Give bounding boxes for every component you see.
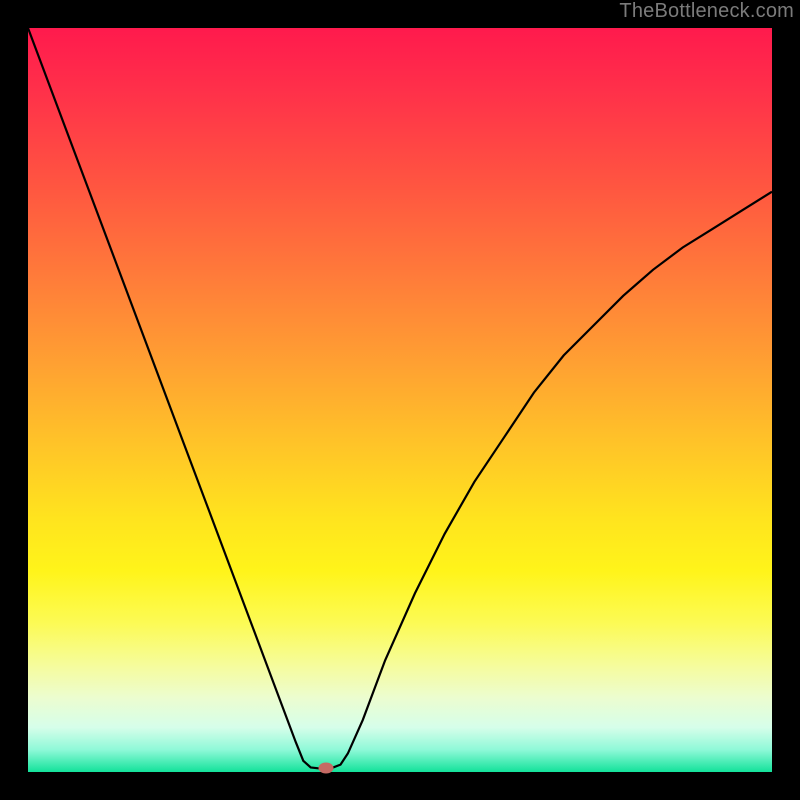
- watermark-text: TheBottleneck.com: [619, 0, 794, 23]
- bottleneck-curve: [28, 28, 772, 772]
- curve-path: [28, 28, 772, 768]
- plot-area: [28, 28, 772, 772]
- chart-frame: TheBottleneck.com: [0, 0, 800, 800]
- optimal-point-marker: [318, 763, 333, 774]
